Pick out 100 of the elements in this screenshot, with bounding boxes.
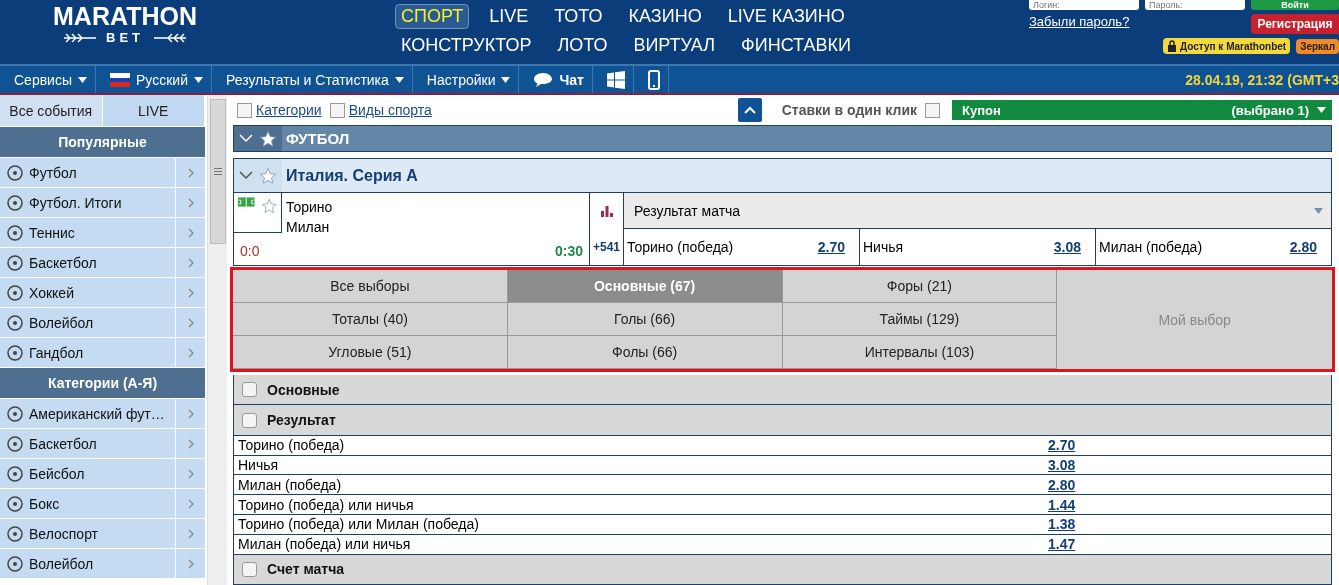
odds-link[interactable]: 1.44 [1048,496,1076,513]
coupon-bar[interactable]: Купон (выбрано 1) [952,100,1332,121]
menu-item[interactable]: Русский [96,66,212,93]
sidebar-tab[interactable]: Все события [0,95,103,126]
caret-icon [501,76,511,83]
nav-link[interactable]: LIVE КАЗИНО [721,4,851,29]
section-title: Популярные [0,126,205,157]
logo[interactable]: MARATHON BET [0,0,230,64]
menu-item[interactable]: Результаты и Статистика [211,66,413,93]
nav-link[interactable]: ЛОТО [551,33,614,58]
password-field[interactable]: Пароль: [1145,0,1245,10]
one-click-label: Ставки в один клик [781,102,917,119]
group-title: Результат [267,412,336,429]
forgot-password-link[interactable]: Забыли пароль? [1029,14,1245,34]
nav-link[interactable]: КАЗИНО [622,4,708,29]
sport-icon [6,494,24,513]
sport-icon [6,163,24,182]
odds-link[interactable]: 2.80 [1048,476,1076,493]
sport-item[interactable]: Велоспорт [0,518,205,548]
checkbox[interactable] [242,561,257,577]
odds-link[interactable]: 3.08 [1053,239,1081,256]
chevron-right-icon [187,408,194,419]
laurel-icon [152,32,188,43]
nav-link[interactable]: СПОРТ [395,4,470,29]
caret-icon [394,76,404,83]
scroll-up-button[interactable] [737,98,762,123]
sport-item[interactable]: Баскетбол [0,247,205,277]
market-tab[interactable]: Форы (21) [782,270,1058,304]
checkbox[interactable] [242,382,257,398]
outcome-label: Милан (победа) или ничья [238,536,412,553]
market-tab[interactable]: Все выборы [233,270,508,304]
market-tab[interactable]: Голы (66) [507,303,783,337]
filter-link[interactable]: Категории [237,102,322,119]
group-title: Основные [267,381,340,398]
outcome-label: Милан (победа) [238,476,343,493]
chevron-right-icon [187,347,194,358]
sidebar-tab[interactable]: LIVE [102,95,205,126]
nav-link[interactable]: LIVE [483,4,535,29]
group-header[interactable]: Счет матча [233,554,1332,585]
sport-item[interactable]: Хоккей [0,277,205,307]
sport-icon [6,253,24,272]
menu-item[interactable]: Чат [519,66,593,93]
sport-item[interactable]: Баскетбол [0,428,205,458]
market-tab[interactable]: Тоталы (40) [233,303,508,337]
menu-item[interactable]: Сервисы [0,66,96,93]
sport-item[interactable]: Гандбол [0,337,205,367]
more-markets-link[interactable]: +541 [589,229,623,266]
caret-icon [78,76,87,83]
chevron-right-icon [187,528,194,539]
logo-title: MARATHON [53,2,197,30]
star-icon[interactable] [260,197,277,216]
market-tab[interactable]: Угловые (51) [233,336,508,370]
nav-link[interactable]: КОНСТРУКТОР [395,33,538,58]
market-tab[interactable]: Таймы (129) [782,303,1058,337]
checkbox[interactable] [329,102,345,118]
market-dropdown[interactable]: Результат матча [623,193,1331,230]
scrollbar[interactable] [207,95,227,585]
sport-item[interactable]: Бокс [0,488,205,518]
group-header[interactable]: Результат [233,405,1332,436]
sport-item[interactable]: Теннис [0,217,205,247]
nav-link[interactable]: ТОТО [548,4,609,29]
sport-item[interactable]: Футбол. Итоги [0,187,205,217]
odds-link[interactable]: 3.08 [1048,457,1076,473]
stats-icon[interactable] [600,205,613,217]
chevron-right-icon [187,468,194,479]
login-field[interactable]: Логин: [1029,0,1139,10]
checkbox[interactable] [242,412,257,428]
star-icon[interactable] [258,129,277,148]
nav-link[interactable]: ФИНСТАВКИ [735,33,857,58]
access-badge[interactable]: Доступ к Marathonbet [1163,38,1291,54]
checkbox[interactable] [237,102,252,118]
odds-link[interactable]: 2.80 [1289,239,1317,256]
sport-item[interactable]: Волейбол [0,548,205,578]
chevron-down-icon[interactable] [239,171,254,181]
sport-item[interactable]: Волейбол [0,307,205,337]
market-tab[interactable]: Фолы (66) [507,336,783,370]
odds-link[interactable]: 1.38 [1048,516,1076,533]
sport-item[interactable]: Американский фут… [0,398,205,428]
mirror-badge[interactable]: Зеркал [1296,38,1339,54]
chevron-right-icon [187,558,194,569]
sport-item[interactable]: Бейсбол [0,458,205,488]
scroll-thumb[interactable] [209,99,226,244]
filter-link[interactable]: Виды спорта [329,102,432,119]
odds-link[interactable]: 1.47 [1048,536,1076,553]
sport-item[interactable]: Футбол [0,157,205,187]
nav-link[interactable]: ВИРТУАЛ [627,33,721,58]
grip-icon [213,168,222,175]
chevron-right-icon [187,438,194,449]
coupon-title: Купон [962,102,1001,118]
odds-link[interactable]: 2.70 [817,239,845,256]
group-header[interactable]: Основные [233,375,1332,406]
checkbox[interactable] [925,102,940,118]
odds-link[interactable]: 2.70 [1048,437,1076,454]
login-button[interactable]: Войти [1251,0,1339,10]
market-tab[interactable]: Интервалы (103) [782,336,1058,370]
menu-item[interactable]: Настройки [412,66,520,93]
chevron-right-icon [187,197,194,208]
register-button[interactable]: Регистрация [1251,14,1339,34]
star-icon[interactable] [258,166,277,185]
sport-icon [6,404,24,423]
